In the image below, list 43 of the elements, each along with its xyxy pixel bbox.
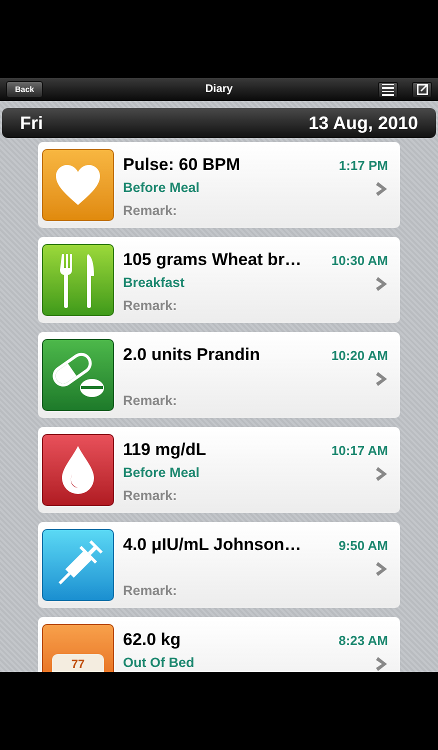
remark-label: Remark: bbox=[123, 582, 178, 600]
entry-time: 8:23 AM bbox=[338, 632, 388, 650]
entry-context: Breakfast bbox=[123, 274, 185, 292]
entry-title: 4.0 μIU/mL Johnson… bbox=[123, 534, 302, 556]
chevron-icon bbox=[376, 466, 388, 482]
chevron-icon bbox=[376, 370, 388, 386]
weekday-label: Fri bbox=[20, 112, 44, 134]
scale-reading: 77 bbox=[71, 658, 85, 672]
compose-button[interactable] bbox=[412, 82, 432, 98]
entry-title: 119 mg/dL bbox=[123, 439, 206, 461]
pills-icon bbox=[50, 350, 106, 400]
heart-icon bbox=[54, 163, 102, 207]
diary-entry[interactable]: 77 62.0 kg 8:23 AM Out Of Bed bbox=[38, 617, 400, 672]
entry-title: 2.0 units Prandin bbox=[123, 344, 260, 366]
edit-icon bbox=[416, 84, 428, 95]
remark-label: Remark: bbox=[123, 202, 178, 220]
entry-title: 62.0 kg bbox=[123, 629, 181, 651]
entry-title: 105 grams Wheat br… bbox=[123, 249, 302, 271]
entry-context: Out Of Bed bbox=[123, 654, 194, 672]
chevron-icon bbox=[376, 180, 388, 196]
diary-entry[interactable]: 2.0 units Prandin 10:20 AM Remark: bbox=[38, 332, 400, 418]
diary-entry[interactable]: 4.0 μIU/mL Johnson… 9:50 AM Remark: bbox=[38, 522, 400, 608]
diary-entry[interactable]: 119 mg/dL 10:17 AM Before Meal Remark: bbox=[38, 427, 400, 513]
chevron-icon bbox=[376, 656, 388, 672]
entry-context: Before Meal bbox=[123, 464, 200, 482]
diary-entry[interactable]: Pulse: 60 BPM 1:17 PM Before Meal Remark: bbox=[38, 142, 400, 228]
window-title: Diary bbox=[205, 82, 233, 98]
remark-label: Remark: bbox=[123, 486, 178, 504]
date-label: 13 Aug, 2010 bbox=[308, 112, 418, 135]
remark-label: Remark: bbox=[123, 392, 178, 410]
entry-time: 10:17 AM bbox=[331, 442, 388, 460]
entry-time: 10:20 AM bbox=[331, 347, 388, 365]
entry-time: 9:50 AM bbox=[338, 537, 388, 555]
chevron-icon bbox=[376, 276, 388, 292]
entry-context: Before Meal bbox=[123, 179, 200, 198]
entry-time: 10:30 AM bbox=[331, 252, 388, 270]
diary-entry[interactable]: 105 grams Wheat br… 10:30 AM Breakfast Remark: bbox=[38, 237, 400, 323]
back-button[interactable]: Back bbox=[6, 81, 44, 98]
chevron-icon bbox=[376, 560, 388, 576]
entry-title: Pulse: 60 BPM bbox=[123, 154, 240, 176]
list-button[interactable] bbox=[378, 82, 398, 98]
entry-time: 1:17 PM bbox=[338, 157, 388, 175]
remark-label: Remark: bbox=[123, 296, 178, 314]
